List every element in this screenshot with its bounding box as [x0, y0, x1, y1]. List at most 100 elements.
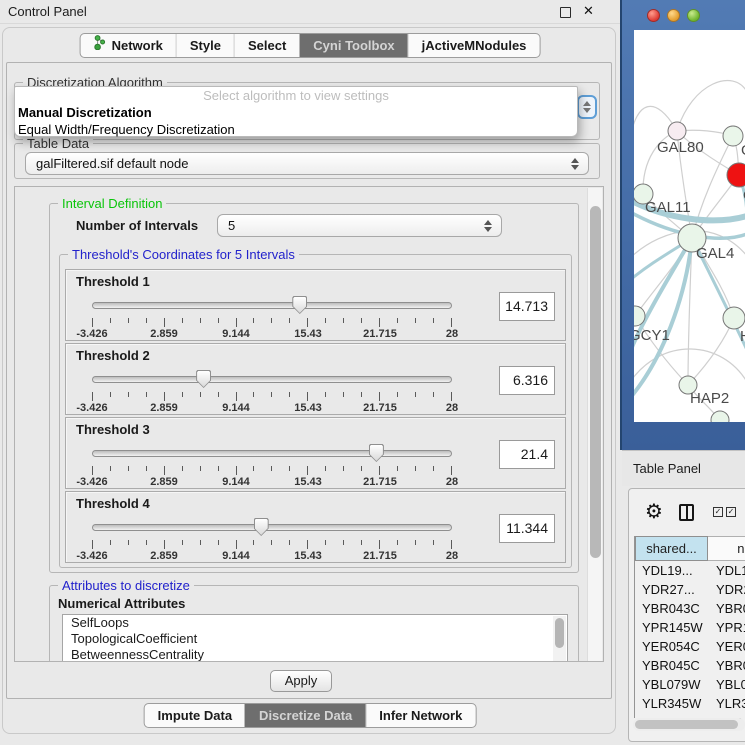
slider-track[interactable] [92, 376, 452, 383]
horizontal-scrollbar[interactable] [633, 718, 745, 731]
column-header-name[interactable]: name [708, 536, 745, 561]
tick-label: 15.43 [294, 476, 322, 488]
threshold-slider[interactable]: -3.4262.8599.14415.4321.71528 [92, 442, 452, 488]
tab-label: Infer Network [379, 704, 462, 727]
tick-mark [289, 318, 290, 323]
scrollbar-thumb[interactable] [635, 720, 738, 729]
tick-mark [92, 466, 93, 475]
slider-thumb[interactable] [369, 444, 384, 462]
tick-mark [236, 466, 237, 475]
tick-label: 2.859 [150, 550, 178, 562]
slider-thumb[interactable] [196, 370, 211, 388]
tick-label: 9.144 [222, 550, 250, 562]
close-traffic-light-icon[interactable] [647, 9, 660, 22]
tab-jactivemnodules[interactable]: jActiveMNodules [408, 34, 540, 57]
apply-button[interactable]: Apply [270, 670, 332, 692]
threshold-value-field[interactable]: 11.344 [499, 514, 555, 543]
algorithm-combo-focused[interactable] [577, 95, 597, 119]
table-row[interactable]: YPR145WYPR1 [635, 618, 745, 637]
tick-mark [146, 466, 147, 471]
tick-label: -3.426 [76, 328, 107, 340]
slider-track[interactable] [92, 524, 452, 531]
attribute-list-item[interactable]: BetweennessCentrality [63, 647, 567, 662]
list-scrollbar[interactable] [553, 616, 566, 662]
tab-cyni-toolbox[interactable]: Cyni Toolbox [299, 34, 407, 57]
tick-mark [415, 540, 416, 545]
tick-mark [361, 318, 362, 323]
tab-impute-data[interactable]: Impute Data [145, 704, 245, 727]
network-node[interactable] [668, 122, 686, 140]
table-panel-title: Table Panel [633, 451, 701, 487]
tab-style[interactable]: Style [176, 34, 234, 57]
close-icon[interactable]: ✕ [583, 3, 594, 19]
network-node[interactable] [727, 163, 745, 187]
attribute-list-item[interactable]: TopologicalCoefficient [63, 631, 567, 647]
minimize-traffic-light-icon[interactable] [667, 9, 680, 22]
checkbox-icon[interactable]: ✓ [726, 507, 736, 517]
threshold-slider[interactable]: -3.4262.8599.14415.4321.71528 [92, 294, 452, 340]
table-row[interactable]: YDL19...YDL1 [635, 561, 745, 580]
scrollbar-thumb[interactable] [590, 206, 601, 558]
cell-name: YDR2 [716, 580, 745, 599]
zoom-traffic-light-icon[interactable] [687, 9, 700, 22]
checkbox-icon[interactable]: ✓ [713, 507, 723, 517]
table-data-combo[interactable]: galFiltered.sif default node [25, 152, 589, 175]
columns-icon[interactable] [679, 504, 694, 521]
tick-mark [271, 318, 272, 323]
tick-mark [325, 392, 326, 397]
top-tab-bar: Network StyleSelectCyni ToolboxjActiveMNo… [80, 33, 541, 58]
threshold-slider[interactable]: -3.4262.8599.14415.4321.71528 [92, 368, 452, 414]
network-node[interactable] [723, 307, 745, 329]
table-row[interactable]: YBR045CYBR0 [635, 656, 745, 675]
slider-tick-labels: -3.4262.8599.14415.4321.71528 [92, 328, 452, 340]
interval-definition-group: Interval Definition Number of Intervals … [49, 203, 579, 573]
combo-stepper-icon [571, 158, 579, 170]
tab-discretize-data[interactable]: Discretize Data [245, 704, 365, 727]
cell-shared-name: YBL079W [642, 675, 701, 694]
network-canvas[interactable]: GAL80GACGAL11GAL4GCY1HHAP2 [634, 30, 745, 422]
table-row[interactable]: YBL079WYBL0 [635, 675, 745, 694]
tick-mark [253, 318, 254, 323]
slider-thumb[interactable] [254, 518, 269, 536]
slider-ticks [92, 540, 452, 549]
tab-network[interactable]: Network [81, 34, 176, 57]
number-of-intervals-combo[interactable]: 5 [217, 214, 502, 237]
threshold-slider[interactable]: -3.4262.8599.14415.4321.71528 [92, 516, 452, 562]
table-row[interactable]: YER054CYER0 [635, 637, 745, 656]
tick-mark [361, 392, 362, 397]
cell-shared-name: YLR345W [642, 694, 701, 713]
slider-thumb[interactable] [292, 296, 307, 314]
tick-mark [289, 392, 290, 397]
tab-infer-network[interactable]: Infer Network [365, 704, 475, 727]
threshold-value-field[interactable]: 14.713 [499, 292, 555, 321]
scrollbar-thumb[interactable] [555, 618, 564, 648]
cell-shared-name: YBR045C [642, 656, 700, 675]
network-icon [94, 34, 107, 57]
tick-mark [415, 318, 416, 323]
table-row[interactable]: YBR043CYBR0 [635, 599, 745, 618]
network-node[interactable] [723, 126, 743, 146]
tick-label: 2.859 [150, 402, 178, 414]
float-window-icon[interactable] [560, 7, 571, 18]
table-row[interactable]: YDR27...YDR2 [635, 580, 745, 599]
tick-mark [415, 466, 416, 471]
threshold-label: Threshold 2 [76, 348, 150, 363]
settings-scroll-panel: Interval Definition Number of Intervals … [14, 186, 604, 662]
slider-track[interactable] [92, 450, 452, 457]
vertical-scrollbar[interactable] [587, 188, 602, 661]
dropdown-option[interactable]: Equal Width/Frequency Discretization [15, 121, 577, 138]
gear-icon[interactable]: ⚙ [645, 499, 663, 524]
slider-ticks [92, 392, 452, 401]
dropdown-option[interactable]: Manual Discretization [15, 104, 577, 121]
tab-label: Network [112, 34, 163, 57]
slider-track[interactable] [92, 302, 452, 309]
attribute-list-item[interactable]: SelfLoops [63, 615, 567, 631]
numerical-attributes-list[interactable]: SelfLoopsTopologicalCoefficientBetweenne… [62, 614, 568, 662]
table-data-group: Table Data galFiltered.sif default node [14, 143, 600, 179]
threshold-value-field[interactable]: 21.4 [499, 440, 555, 469]
tab-select[interactable]: Select [234, 34, 299, 57]
column-header-shared-name[interactable]: shared... [635, 536, 708, 561]
table-row[interactable]: YLR345WYLR3 [635, 694, 745, 713]
tick-mark [253, 392, 254, 397]
threshold-value-field[interactable]: 6.316 [499, 366, 555, 395]
